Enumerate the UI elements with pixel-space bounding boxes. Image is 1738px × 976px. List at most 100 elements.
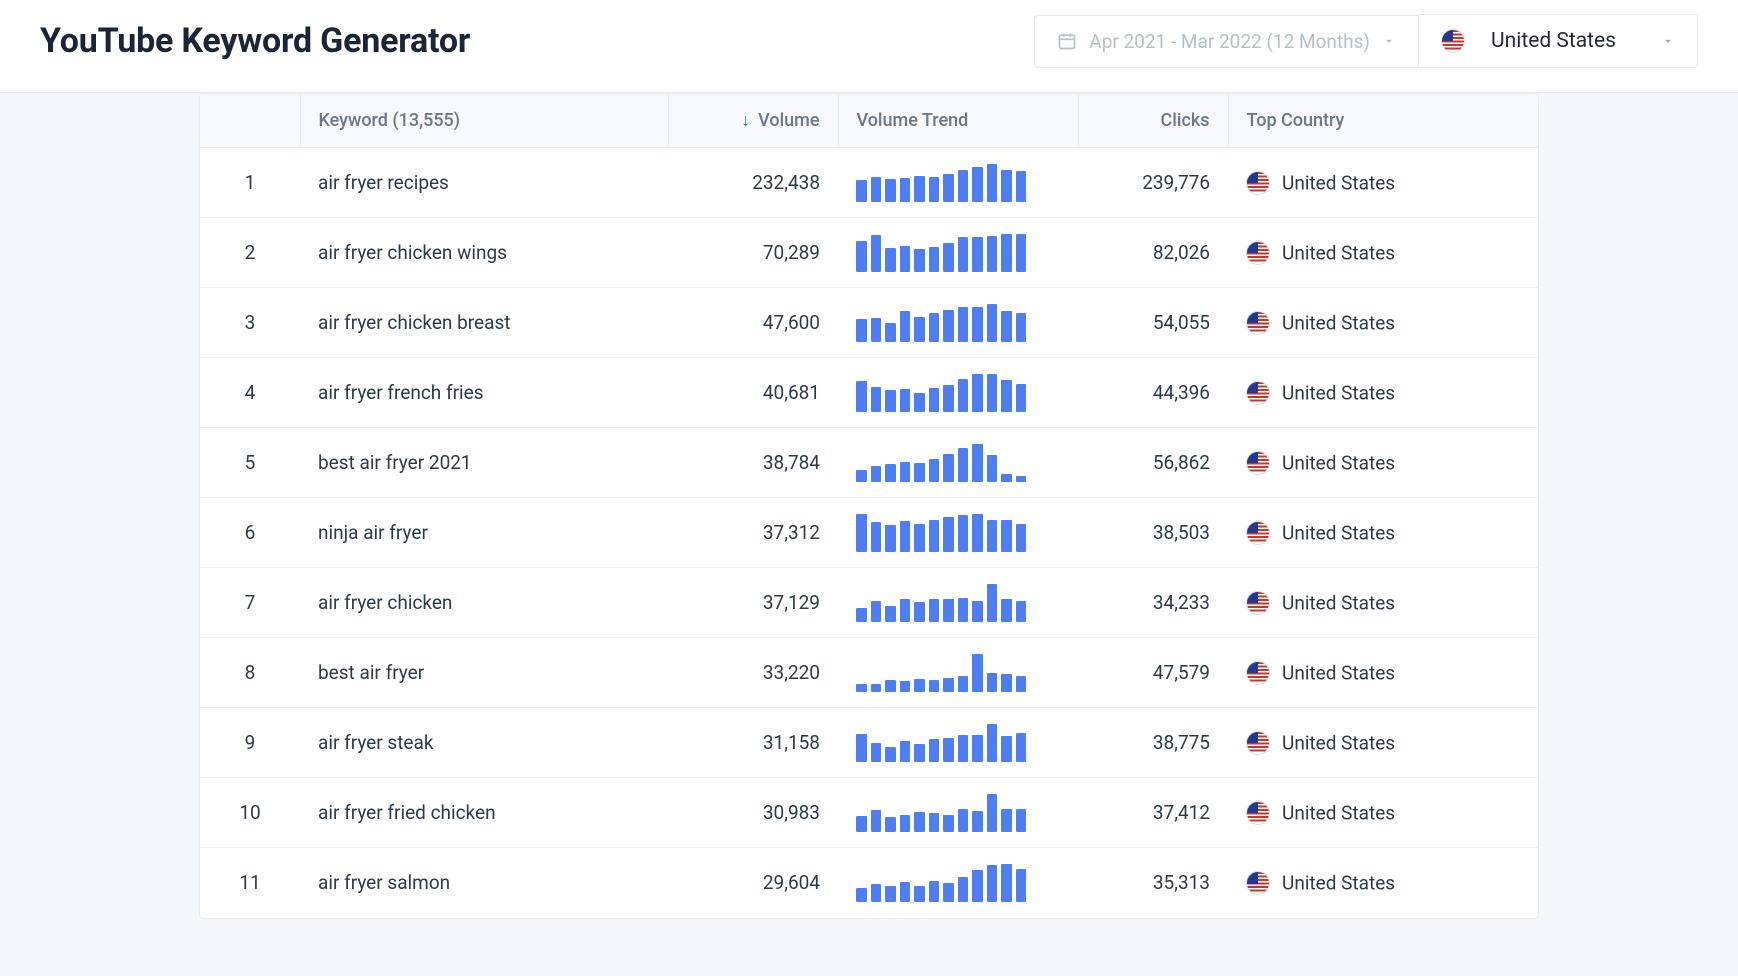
clicks-cell: 38,775 <box>1078 708 1228 778</box>
trend-cell <box>838 568 1078 638</box>
us-flag-icon <box>1246 171 1270 195</box>
col-clicks[interactable]: Clicks <box>1078 94 1228 148</box>
rank-cell: 10 <box>200 778 300 848</box>
sort-desc-icon: ↓ <box>741 110 750 131</box>
rank-cell: 5 <box>200 428 300 498</box>
col-volume-label: Volume <box>758 110 819 131</box>
clicks-cell: 35,313 <box>1078 848 1228 918</box>
volume-trend-sparkline <box>856 374 1026 412</box>
volume-cell: 47,600 <box>668 288 838 358</box>
table-row[interactable]: 9air fryer steak31,15838,775United State… <box>200 708 1538 778</box>
clicks-cell: 34,233 <box>1078 568 1228 638</box>
rank-cell: 6 <box>200 498 300 568</box>
rank-cell: 3 <box>200 288 300 358</box>
table-row[interactable]: 10air fryer fried chicken30,98337,412Uni… <box>200 778 1538 848</box>
top-country-cell: United States <box>1228 498 1538 568</box>
keyword-cell[interactable]: air fryer steak <box>300 708 668 778</box>
col-rank[interactable] <box>200 94 300 148</box>
top-country-cell: United States <box>1228 848 1538 918</box>
top-country-cell: United States <box>1228 288 1538 358</box>
rank-cell: 11 <box>200 848 300 918</box>
keyword-cell[interactable]: air fryer fried chicken <box>300 778 668 848</box>
col-trend[interactable]: Volume Trend <box>838 94 1078 148</box>
top-country-cell: United States <box>1228 428 1538 498</box>
keyword-table-card: Keyword (13,555) ↓ Volume Volume Trend Cl… <box>199 93 1539 919</box>
clicks-cell: 38,503 <box>1078 498 1228 568</box>
table-row[interactable]: 8best air fryer33,22047,579United States <box>200 638 1538 708</box>
volume-cell: 70,289 <box>668 218 838 288</box>
table-row[interactable]: 2air fryer chicken wings70,289 82,026Unit… <box>200 218 1538 288</box>
trend-cell <box>838 218 1078 288</box>
col-volume[interactable]: ↓ Volume <box>668 94 838 148</box>
clicks-cell: 54,055 <box>1078 288 1228 358</box>
calendar-icon <box>1057 31 1077 51</box>
top-country-cell: United States <box>1228 778 1538 848</box>
chevron-down-icon <box>1661 34 1675 48</box>
us-flag-icon <box>1246 801 1270 825</box>
volume-cell: 37,312 <box>668 498 838 568</box>
trend-cell <box>838 358 1078 428</box>
top-country-label: United States <box>1282 801 1395 824</box>
table-wrap: Keyword (13,555) ↓ Volume Volume Trend Cl… <box>139 93 1599 959</box>
volume-trend-sparkline <box>856 794 1026 832</box>
top-country-label: United States <box>1282 731 1395 754</box>
country-picker[interactable]: United States <box>1418 14 1698 68</box>
clicks-cell: 239,776 <box>1078 148 1228 218</box>
clicks-cell: 56,862 <box>1078 428 1228 498</box>
rank-cell: 4 <box>200 358 300 428</box>
table-row[interactable]: 7air fryer chicken37,12934,233United Sta… <box>200 568 1538 638</box>
us-flag-icon <box>1246 521 1270 545</box>
volume-cell: 38,784 <box>668 428 838 498</box>
us-flag-icon <box>1246 381 1270 405</box>
table-row[interactable]: 6ninja air fryer37,312 38,503 United State… <box>200 498 1538 568</box>
table-row[interactable]: 1air fryer recipes232,438 239,776United S… <box>200 148 1538 218</box>
keyword-cell[interactable]: ninja air fryer <box>300 498 668 568</box>
trend-cell <box>838 498 1078 568</box>
us-flag-icon <box>1246 241 1270 265</box>
us-flag-icon <box>1246 451 1270 475</box>
top-country-cell: United States <box>1228 218 1538 288</box>
page-title: YouTube Keyword Generator <box>40 21 470 61</box>
keyword-cell[interactable]: air fryer chicken wings <box>300 218 668 288</box>
volume-cell: 33,220 <box>668 638 838 708</box>
rank-cell: 1 <box>200 148 300 218</box>
keyword-cell[interactable]: best air fryer <box>300 638 668 708</box>
table-row[interactable]: 5best air fryer 202138,784 56,862 United S… <box>200 428 1538 498</box>
keyword-table: Keyword (13,555) ↓ Volume Volume Trend Cl… <box>200 94 1538 918</box>
clicks-cell: 47,579 <box>1078 638 1228 708</box>
us-flag-icon <box>1441 29 1465 53</box>
keyword-cell[interactable]: air fryer french fries <box>300 358 668 428</box>
top-country-cell: United States <box>1228 148 1538 218</box>
trend-cell <box>838 638 1078 708</box>
volume-trend-sparkline <box>856 514 1026 552</box>
date-range-label: Apr 2021 - Mar 2022 (12 Months) <box>1089 30 1370 53</box>
rank-cell: 7 <box>200 568 300 638</box>
col-top-country[interactable]: Top Country <box>1228 94 1538 148</box>
keyword-cell[interactable]: best air fryer 2021 <box>300 428 668 498</box>
table-row[interactable]: 3air fryer chicken breast47,600 54,055 Uni… <box>200 288 1538 358</box>
keyword-cell[interactable]: air fryer salmon <box>300 848 668 918</box>
volume-cell: 232,438 <box>668 148 838 218</box>
keyword-cell[interactable]: air fryer recipes <box>300 148 668 218</box>
us-flag-icon <box>1246 661 1270 685</box>
keyword-cell[interactable]: air fryer chicken <box>300 568 668 638</box>
volume-trend-sparkline <box>856 164 1026 202</box>
top-country-cell: United States <box>1228 708 1538 778</box>
trend-cell <box>838 708 1078 778</box>
date-range-picker[interactable]: Apr 2021 - Mar 2022 (12 Months) <box>1034 15 1418 68</box>
volume-trend-sparkline <box>856 864 1026 902</box>
keyword-cell[interactable]: air fryer chicken breast <box>300 288 668 358</box>
rank-cell: 8 <box>200 638 300 708</box>
trend-cell <box>838 778 1078 848</box>
clicks-cell: 82,026 <box>1078 218 1228 288</box>
top-country-label: United States <box>1282 591 1395 614</box>
top-country-label: United States <box>1282 381 1395 404</box>
col-keyword[interactable]: Keyword (13,555) <box>300 94 668 148</box>
top-country-label: United States <box>1282 451 1395 474</box>
table-row[interactable]: 4air fryer french fries40,68144,396Unite… <box>200 358 1538 428</box>
table-row[interactable]: 11air fryer salmon29,60435,313United Sta… <box>200 848 1538 918</box>
volume-trend-sparkline <box>856 654 1026 692</box>
rank-cell: 2 <box>200 218 300 288</box>
top-country-label: United States <box>1282 521 1395 544</box>
top-country-label: United States <box>1282 311 1395 334</box>
